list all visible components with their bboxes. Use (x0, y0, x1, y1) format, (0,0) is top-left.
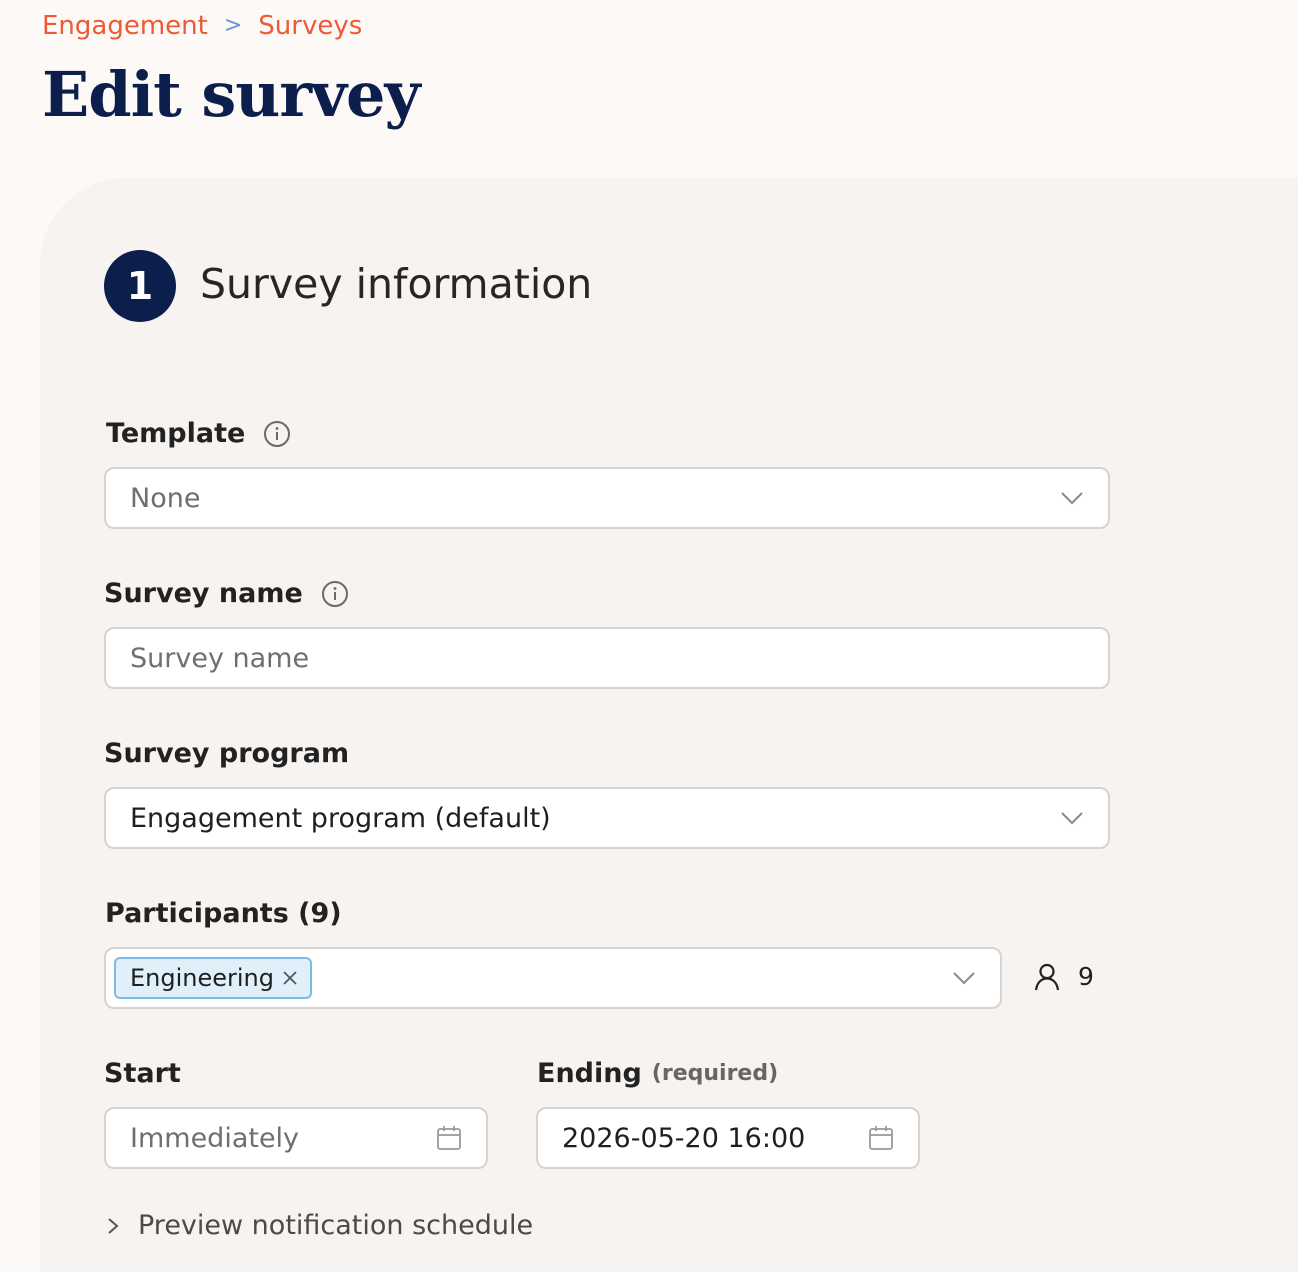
person-icon (1034, 963, 1060, 991)
preview-notification-schedule-label: Preview notification schedule (138, 1210, 534, 1241)
start-label: Start (104, 1056, 181, 1092)
ending-date-field[interactable]: 2026-05-20 16:00 (536, 1107, 920, 1169)
template-label-text: Template (106, 418, 246, 449)
participants-label-text: Participants (9) (105, 898, 342, 929)
survey-name-label: Survey name (104, 576, 349, 612)
participants-select[interactable]: Engineering (104, 947, 1002, 1009)
close-icon[interactable] (282, 970, 298, 986)
participant-tag-label: Engineering (130, 964, 274, 992)
ending-date-value: 2026-05-20 16:00 (562, 1122, 806, 1154)
survey-program-select-value: Engagement program (default) (130, 802, 551, 834)
section-title: Survey information (200, 260, 593, 308)
participant-count-value: 9 (1078, 962, 1094, 991)
preview-notification-schedule-toggle[interactable]: Preview notification schedule (106, 1208, 533, 1244)
ending-label: Ending (required) (537, 1056, 778, 1092)
start-label-text: Start (104, 1058, 181, 1089)
survey-program-label: Survey program (104, 736, 349, 772)
calendar-icon[interactable] (868, 1125, 894, 1151)
chevron-down-icon (1060, 491, 1084, 505)
step-number-badge: 1 (104, 250, 176, 322)
participants-tag-list: Engineering (114, 957, 952, 999)
template-select[interactable]: None (104, 467, 1110, 529)
page-title: Edit survey (42, 58, 421, 131)
survey-name-label-text: Survey name (104, 578, 303, 609)
template-label: Template (106, 416, 291, 452)
survey-form-card: 1 Survey information Template None Surve… (40, 178, 1298, 1272)
info-circle-icon[interactable] (263, 420, 291, 448)
participant-count: 9 (1034, 962, 1094, 991)
chevron-right-icon (106, 1216, 120, 1236)
breadcrumb-separator: > (223, 13, 243, 38)
breadcrumb: Engagement > Surveys (42, 8, 362, 44)
participants-label: Participants (9) (105, 896, 342, 932)
chevron-down-icon (952, 971, 976, 985)
info-circle-icon[interactable] (321, 580, 349, 608)
template-select-value: None (130, 482, 201, 514)
ending-label-text: Ending (537, 1058, 642, 1089)
survey-program-select[interactable]: Engagement program (default) (104, 787, 1110, 849)
survey-name-input[interactable] (130, 642, 1084, 674)
breadcrumb-surveys[interactable]: Surveys (258, 8, 362, 44)
breadcrumb-engagement[interactable]: Engagement (42, 8, 208, 44)
start-date-field[interactable]: Immediately (104, 1107, 488, 1169)
chevron-down-icon (1060, 811, 1084, 825)
calendar-icon[interactable] (436, 1125, 462, 1151)
participant-tag: Engineering (114, 957, 312, 999)
survey-name-field[interactable] (104, 627, 1110, 689)
start-date-placeholder: Immediately (130, 1122, 300, 1154)
survey-program-label-text: Survey program (104, 738, 350, 769)
ending-required-note: (required) (651, 1061, 779, 1086)
